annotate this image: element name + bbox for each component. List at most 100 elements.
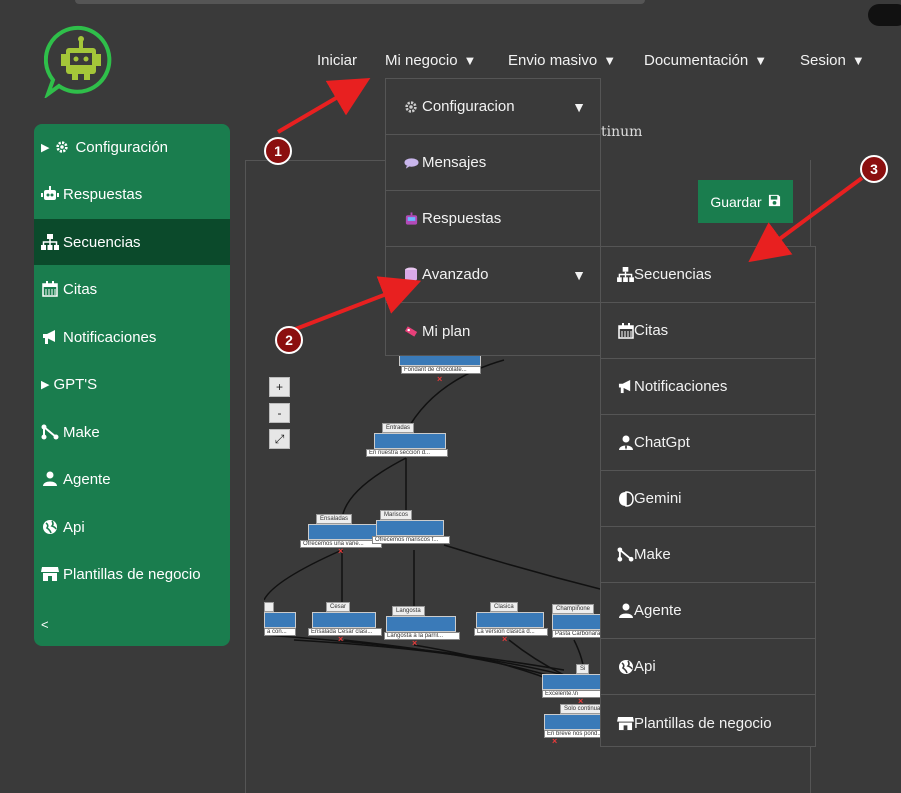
delete-node-icon[interactable]: × <box>502 634 507 644</box>
submenu-item-make[interactable]: Make <box>601 527 815 583</box>
submenu-item-citas[interactable]: Citas <box>601 303 815 359</box>
delete-node-icon[interactable]: × <box>552 736 557 746</box>
sidebar-collapse-button[interactable]: < <box>34 601 230 646</box>
dropdown-item-mi-plan[interactable]: Mi plan <box>386 303 600 359</box>
branch-icon <box>41 423 59 441</box>
node-toolbar[interactable] <box>376 520 444 536</box>
content-frame-left <box>245 160 246 793</box>
nav-iniciar-label: Iniciar <box>317 52 358 69</box>
node-toolbar[interactable] <box>386 616 456 632</box>
node-subtitle: Excelente.\n <box>542 690 602 698</box>
dropdown-item-mensajes[interactable]: Mensajes <box>386 135 600 191</box>
sidebar-item-agente[interactable]: Agente <box>34 456 230 502</box>
bullhorn-icon <box>41 328 59 346</box>
node-toolbar[interactable] <box>374 433 446 449</box>
plan-title-fragment: tinum <box>601 124 643 140</box>
chevron-down-icon: ▼ <box>572 98 586 115</box>
dropdown-item-label: Mensajes <box>422 154 487 171</box>
node-toolbar[interactable] <box>542 674 602 690</box>
sidebar-item-label: Respuestas <box>63 185 143 203</box>
nav-envio-masivo-label: Envio masivo <box>508 52 598 69</box>
sidebar-item-citas[interactable]: Citas <box>34 266 230 312</box>
node-toolbar[interactable] <box>312 612 376 628</box>
submenu-item-label: Agente <box>634 602 682 619</box>
node-toolbar[interactable] <box>264 612 296 628</box>
submenu-item-label: ChatGpt <box>634 434 690 451</box>
submenu-item-plantillas[interactable]: Plantillas de negocio <box>601 695 815 751</box>
node-toolbar[interactable] <box>544 714 602 730</box>
chevron-right-icon: ▶ <box>41 141 50 154</box>
node-subtitle: En nuestra seccion d... <box>366 449 448 457</box>
nav-iniciar[interactable]: Iniciar <box>317 52 357 69</box>
node-toolbar[interactable] <box>308 524 380 540</box>
node-title: Solo continua <box>560 704 605 714</box>
node-subtitle: Ensalada Cesar clasi... <box>308 628 382 636</box>
dropdown-item-configuracion[interactable]: Configuracion ▼ <box>386 79 600 135</box>
branch-icon <box>617 546 634 563</box>
node-title <box>264 602 274 612</box>
sidebar-item-label: Plantillas de negocio <box>63 565 201 583</box>
delete-node-icon[interactable]: × <box>338 634 343 644</box>
floppy-disk-icon <box>768 194 781 210</box>
database-icon <box>403 267 419 283</box>
node-title: Cesar <box>326 602 351 612</box>
submenu-item-label: Notificaciones <box>634 378 728 395</box>
theme-toggle[interactable] <box>868 4 901 26</box>
ticket-icon <box>403 323 419 339</box>
node-subtitle: La version clasica d... <box>474 628 548 636</box>
delete-node-icon[interactable]: × <box>412 638 417 648</box>
sidebar-item-plantillas[interactable]: Plantillas de negocio <box>34 551 230 597</box>
mi-negocio-dropdown: Configuracion ▼ Mensajes Respuestas Avan… <box>385 78 601 356</box>
submenu-item-notificaciones[interactable]: Notificaciones <box>601 359 815 415</box>
flow-canvas[interactable]: Fondant de chocolate... × Entradas En nu… <box>264 340 605 746</box>
delete-node-icon[interactable]: × <box>437 374 442 384</box>
sidebar-item-configuracion[interactable]: ▶ Configuración <box>34 124 230 170</box>
submenu-item-label: Api <box>634 658 656 675</box>
save-button[interactable]: Guardar <box>698 180 793 223</box>
sidebar-item-respuestas[interactable]: Respuestas <box>34 171 230 217</box>
nav-sesion[interactable]: Sesion ▼ <box>800 52 865 69</box>
nav-documentacion-label: Documentación <box>644 52 749 69</box>
chevron-right-icon: ▶ <box>41 378 50 391</box>
avanzado-submenu: Secuencias Citas Notificaciones ChatGpt … <box>600 246 816 747</box>
dropdown-item-label: Configuracion <box>422 98 515 115</box>
node-title: Ensaladas <box>316 514 353 524</box>
sidebar-item-make[interactable]: Make <box>34 409 230 455</box>
robot-icon <box>41 185 59 203</box>
sidebar-item-api[interactable]: Api <box>34 504 230 550</box>
annotation-marker-1: 1 <box>264 137 292 165</box>
submenu-item-secuencias[interactable]: Secuencias <box>601 247 815 303</box>
sitemap-icon <box>41 233 59 251</box>
sidebar-item-notificaciones[interactable]: Notificaciones <box>34 314 230 360</box>
speech-bubble-icon <box>403 155 419 171</box>
submenu-item-chatgpt[interactable]: ChatGpt <box>601 415 815 471</box>
submenu-item-api[interactable]: Api <box>601 639 815 695</box>
nav-documentacion[interactable]: Documentación ▼ <box>644 52 767 69</box>
submenu-item-label: Secuencias <box>634 266 712 283</box>
submenu-item-agente[interactable]: Agente <box>601 583 815 639</box>
node-title: Si <box>576 664 590 674</box>
annotation-arrow-1 <box>276 77 371 134</box>
dropdown-item-label: Respuestas <box>422 210 502 227</box>
node-title: Clasica <box>490 602 518 612</box>
sidebar-item-label: GPT'S <box>53 375 98 393</box>
globe-icon <box>41 518 59 536</box>
annotation-marker-2: 2 <box>275 326 303 354</box>
bullhorn-icon <box>617 378 634 395</box>
sitemap-icon <box>617 266 634 283</box>
node-toolbar[interactable] <box>476 612 544 628</box>
nav-mi-negocio[interactable]: Mi negocio ▼ <box>385 52 476 69</box>
dropdown-item-respuestas[interactable]: Respuestas <box>386 191 600 247</box>
calendar-icon <box>41 280 59 298</box>
nav-envio-masivo[interactable]: Envio masivo ▼ <box>508 52 616 69</box>
sidebar-item-secuencias[interactable]: Secuencias <box>34 219 230 265</box>
dropdown-item-label: Mi plan <box>422 322 471 340</box>
sidebar-item-gpts[interactable]: ▶ GPT'S <box>34 361 230 407</box>
dropdown-item-avanzado[interactable]: Avanzado ▼ <box>386 247 600 303</box>
node-toolbar[interactable] <box>552 614 602 630</box>
gear-icon <box>53 138 71 156</box>
submenu-item-gemini[interactable]: Gemini <box>601 471 815 527</box>
annotation-marker-3: 3 <box>860 155 888 183</box>
node-subtitle: Pasta Carbonara <box>552 630 602 638</box>
delete-node-icon[interactable]: × <box>338 546 343 556</box>
